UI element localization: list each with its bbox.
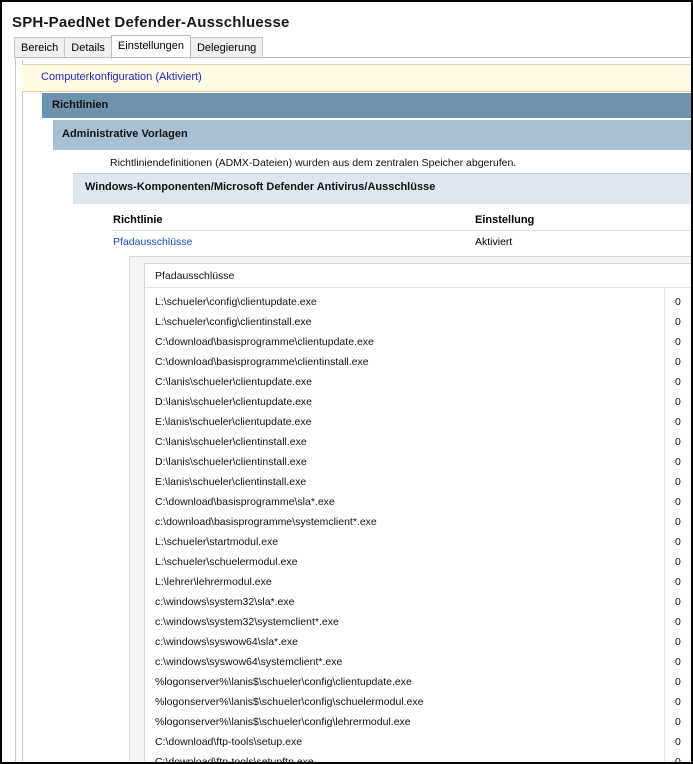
exclusion-path: L:\schueler\schuelermodul.exe <box>155 556 298 568</box>
exclusion-path: L:\lehrer\lehrermodul.exe <box>155 576 272 588</box>
exclusion-path: c:\windows\system32\systemclient*.exe <box>155 616 339 628</box>
exclusion-value: 0 <box>675 596 681 608</box>
admin-templates-heading[interactable]: Administrative Vorlagen <box>53 120 691 150</box>
exclusion-value: 0 <box>675 396 681 408</box>
exclusion-path: C:\download\basisprogramme\clientupdate.… <box>155 336 374 348</box>
table-row: L:\lehrer\lehrermodul.exe 0 <box>145 572 691 592</box>
exclusion-path: C:\lanis\schueler\clientupdate.exe <box>155 376 313 388</box>
exclusion-path: C:\lanis\schueler\clientinstall.exe <box>155 436 307 448</box>
exclusion-path: L:\schueler\config\clientupdate.exe <box>155 296 317 308</box>
policy-link-pfadausschluesse[interactable]: Pfadausschlüsse <box>113 236 192 248</box>
exclusion-value: 0 <box>675 616 681 628</box>
table-row: L:\schueler\config\clientupdate.exe 0 <box>145 292 691 312</box>
exclusion-path: c:\windows\system32\sla*.exe <box>155 596 295 608</box>
table-row: C:\download\ftp-tools\setup.exe 0 <box>145 732 691 752</box>
exclusion-path: %logonserver%\lanis$\schueler\config\cli… <box>155 676 412 688</box>
exclusion-path: E:\lanis\schueler\clientupdate.exe <box>155 416 312 428</box>
policies-label: Richtlinien <box>52 99 109 111</box>
exclusion-path: L:\schueler\startmodul.exe <box>155 536 279 548</box>
exclusion-value: 0 <box>675 416 681 428</box>
table-row: D:\lanis\schueler\clientinstall.exe 0 <box>145 452 691 472</box>
report-window: SPH-PaedNet Defender-Ausschluesse Bereic… <box>0 0 693 764</box>
policy-state: Aktiviert <box>475 236 513 248</box>
exclusion-value: 0 <box>675 376 681 388</box>
exclusion-value: 0 <box>675 336 681 348</box>
exclusion-value: 0 <box>675 356 681 368</box>
exclusions-header: Pfadausschlüsse <box>155 270 235 282</box>
exclusion-path: E:\lanis\schueler\clientinstall.exe <box>155 476 307 488</box>
exclusion-value: 0 <box>675 556 681 568</box>
tab-details[interactable]: Details <box>64 37 112 58</box>
tab-bereich[interactable]: Bereich <box>14 37 66 58</box>
table-row: L:\schueler\schuelermodul.exe 0 <box>145 552 691 572</box>
exclusions-header-divider <box>145 287 691 288</box>
tab-bar: Bereich Details Einstellungen Delegierun… <box>14 35 264 59</box>
table-row: c:\windows\syswow64\sla*.exe 0 <box>145 632 691 652</box>
exclusion-path: L:\schueler\config\clientinstall.exe <box>155 316 312 328</box>
exclusion-value: 0 <box>675 516 681 528</box>
tab-einstellungen[interactable]: Einstellungen <box>110 35 191 59</box>
admx-info-text: Richtliniendefinitionen (ADMX-Dateien) w… <box>110 157 517 169</box>
exclusion-value: 0 <box>675 576 681 588</box>
exclusion-path: C:\download\ftp-tools\setupftp.exe <box>155 756 314 764</box>
policy-row: Pfadausschlüsse Aktiviert <box>113 235 691 251</box>
table-row: E:\lanis\schueler\clientinstall.exe 0 <box>145 472 691 492</box>
exclusion-path: %logonserver%\lanis$\schueler\config\leh… <box>155 716 411 728</box>
table-row: c:\windows\system32\sla*.exe 0 <box>145 592 691 612</box>
admin-templates-label: Administrative Vorlagen <box>62 128 188 140</box>
component-heading[interactable]: Windows-Komponenten/Microsoft Defender A… <box>73 173 691 204</box>
exclusion-value: 0 <box>675 756 681 764</box>
exclusion-path: D:\lanis\schueler\clientinstall.exe <box>155 456 307 468</box>
exclusion-value: 0 <box>675 496 681 508</box>
exclusion-path: C:\download\ftp-tools\setup.exe <box>155 736 303 748</box>
table-row: D:\lanis\schueler\clientupdate.exe 0 <box>145 392 691 412</box>
table-row: %logonserver%\lanis$\schueler\config\sch… <box>145 692 691 712</box>
table-row: C:\lanis\schueler\clientupdate.exe 0 <box>145 372 691 392</box>
table-row: c:\windows\system32\systemclient*.exe 0 <box>145 612 691 632</box>
exclusion-value: 0 <box>675 476 681 488</box>
tree-guide-line <box>22 60 23 762</box>
table-row: %logonserver%\lanis$\schueler\config\cli… <box>145 672 691 692</box>
exclusion-value: 0 <box>675 436 681 448</box>
exclusion-path: c:\download\basisprogramme\systemclient*… <box>155 516 377 528</box>
table-row: C:\download\basisprogramme\clientupdate.… <box>145 332 691 352</box>
exclusion-path: c:\windows\syswow64\sla*.exe <box>155 636 298 648</box>
exclusion-path: %logonserver%\lanis$\schueler\config\sch… <box>155 696 424 708</box>
exclusion-value: 0 <box>675 736 681 748</box>
exclusion-value: 0 <box>675 696 681 708</box>
exclusion-value: 0 <box>675 656 681 668</box>
table-row: C:\lanis\schueler\clientinstall.exe 0 <box>145 432 691 452</box>
table-row: L:\schueler\startmodul.exe 0 <box>145 532 691 552</box>
table-row: C:\download\ftp-tools\setupftp.exe 0 <box>145 752 691 764</box>
table-row: C:\download\basisprogramme\sla*.exe 0 <box>145 492 691 512</box>
window-title: SPH-PaedNet Defender-Ausschluesse <box>12 14 290 31</box>
table-row: L:\schueler\config\clientinstall.exe 0 <box>145 312 691 332</box>
exclusion-value: 0 <box>675 296 681 308</box>
exclusion-value: 0 <box>675 536 681 548</box>
component-path-label: Windows-Komponenten/Microsoft Defender A… <box>85 181 436 193</box>
table-row: c:\windows\syswow64\systemclient*.exe 0 <box>145 652 691 672</box>
table-row: %logonserver%\lanis$\schueler\config\leh… <box>145 712 691 732</box>
table-row: c:\download\basisprogramme\systemclient*… <box>145 512 691 532</box>
exclusions-panel: Pfadausschlüsse L:\schueler\config\clien… <box>129 256 691 762</box>
exclusion-value: 0 <box>675 456 681 468</box>
tab-delegierung[interactable]: Delegierung <box>189 37 264 58</box>
column-header-setting: Einstellung <box>475 214 535 226</box>
policy-table-header: Richtlinie Einstellung <box>113 213 691 231</box>
exclusion-path: C:\download\basisprogramme\clientinstall… <box>155 356 369 368</box>
exclusions-table: Pfadausschlüsse L:\schueler\config\clien… <box>144 263 691 762</box>
computer-config-heading[interactable]: Computerkonfiguration (Aktiviert) <box>22 64 691 92</box>
exclusion-value: 0 <box>675 716 681 728</box>
exclusion-value: 0 <box>675 316 681 328</box>
exclusion-value: 0 <box>675 636 681 648</box>
computer-config-label[interactable]: Computerkonfiguration (Aktiviert) <box>41 71 202 83</box>
table-row: E:\lanis\schueler\clientupdate.exe 0 <box>145 412 691 432</box>
exclusion-value: 0 <box>675 676 681 688</box>
exclusion-path: C:\download\basisprogramme\sla*.exe <box>155 496 335 508</box>
policies-heading[interactable]: Richtlinien <box>42 93 691 118</box>
exclusion-path: D:\lanis\schueler\clientupdate.exe <box>155 396 313 408</box>
column-header-policy: Richtlinie <box>113 214 163 226</box>
exclusion-path: c:\windows\syswow64\systemclient*.exe <box>155 656 343 668</box>
table-row: C:\download\basisprogramme\clientinstall… <box>145 352 691 372</box>
